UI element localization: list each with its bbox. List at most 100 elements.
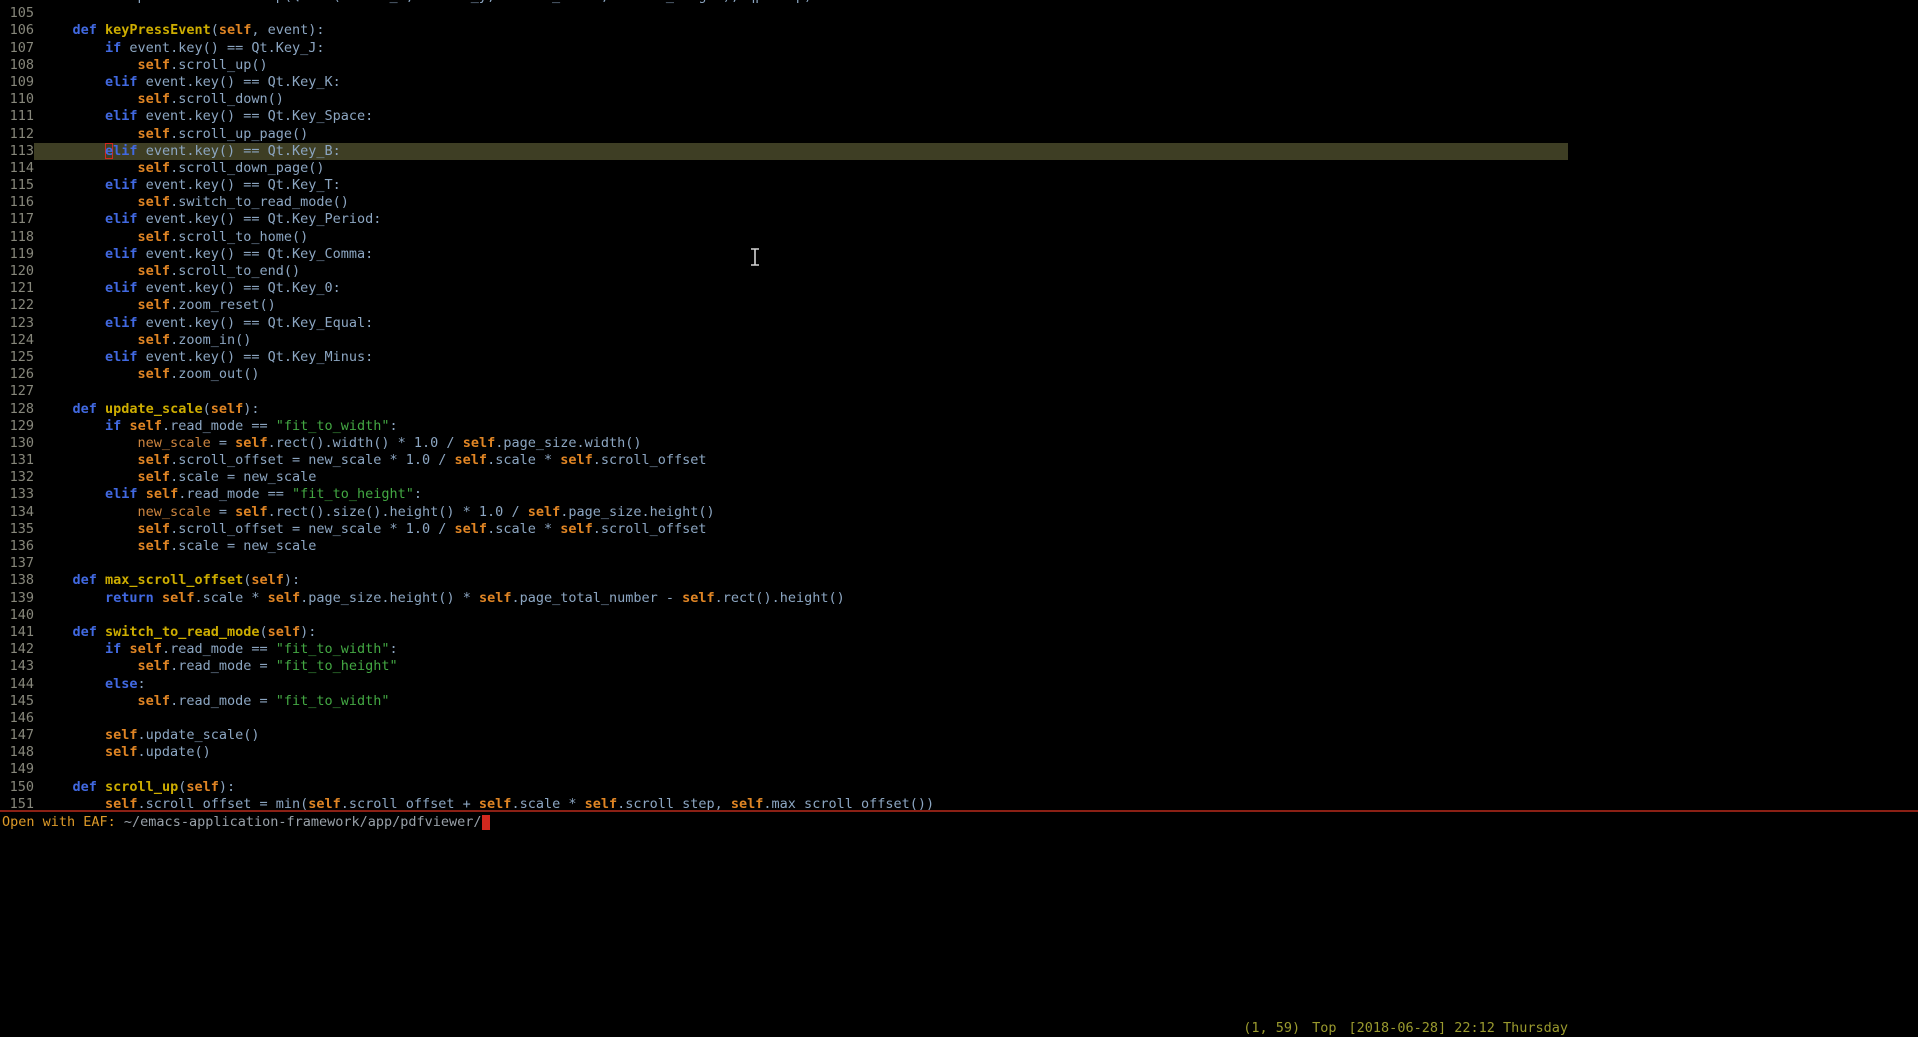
- modeline-divider: [0, 810, 1918, 812]
- code-line[interactable]: 134 new_scale = self.rect().size().heigh…: [0, 504, 1918, 521]
- code-line[interactable]: 105: [0, 5, 1918, 22]
- line-number: 148: [0, 744, 34, 761]
- line-number: 126: [0, 366, 34, 383]
- line-number: 112: [0, 126, 34, 143]
- code-line[interactable]: 113 elif event.key() == Qt.Key_B:: [0, 143, 1568, 160]
- code-line[interactable]: 123 elif event.key() == Qt.Key_Equal:: [0, 315, 1918, 332]
- line-number: 146: [0, 710, 34, 727]
- code-line[interactable]: 107 if event.key() == Qt.Key_J:: [0, 40, 1918, 57]
- code-line[interactable]: 124 self.zoom_in(): [0, 332, 1918, 349]
- code-line[interactable]: 150 def scroll_up(self):: [0, 779, 1918, 796]
- code-text: self.scroll_offset = new_scale * 1.0 / s…: [40, 521, 707, 537]
- code-line[interactable]: 140: [0, 607, 1918, 624]
- line-number: 135: [0, 521, 34, 538]
- code-line[interactable]: 142 if self.read_mode == "fit_to_width":: [0, 641, 1918, 658]
- code-line[interactable]: 108 self.scroll_up(): [0, 57, 1918, 74]
- mouse-cursor-ibeam: [748, 247, 762, 267]
- line-number: 140: [0, 607, 34, 624]
- code-text: self.scroll_down(): [40, 91, 284, 107]
- code-text: self.scale = new_scale: [40, 538, 316, 554]
- line-number: 119: [0, 246, 34, 263]
- code-line[interactable]: 110 self.scroll_down(): [0, 91, 1918, 108]
- code-text: if self.read_mode == "fit_to_width":: [40, 641, 398, 657]
- code-line[interactable]: 147 self.update_scale(): [0, 727, 1918, 744]
- code-line[interactable]: 127: [0, 383, 1918, 400]
- line-number: 136: [0, 538, 34, 555]
- code-text: return self.scale * self.page_size.heigh…: [40, 590, 845, 606]
- code-line[interactable]: 132 self.scale = new_scale: [0, 469, 1918, 486]
- code-line[interactable]: 146: [0, 710, 1918, 727]
- code-text: self.update_scale(): [40, 727, 259, 743]
- code-text: elif event.key() == Qt.Key_Space:: [40, 108, 373, 124]
- code-text: def scroll_up(self):: [40, 779, 235, 795]
- code-line[interactable]: 126 self.zoom_out(): [0, 366, 1918, 383]
- code-line[interactable]: 112 self.scroll_up_page(): [0, 126, 1918, 143]
- code-text: self.scroll_up(): [40, 57, 268, 73]
- code-line[interactable]: 117 elif event.key() == Qt.Key_Period:: [0, 211, 1918, 228]
- code-text: painter.drawPixmap(QRect(render_x, rende…: [40, 0, 812, 4]
- code-text: self.zoom_in(): [40, 332, 251, 348]
- code-line[interactable]: 115 elif event.key() == Qt.Key_T:: [0, 177, 1918, 194]
- line-number: 141: [0, 624, 34, 641]
- line-number: 111: [0, 108, 34, 125]
- code-text: elif self.read_mode == "fit_to_height":: [40, 486, 422, 502]
- code-line[interactable]: 143 self.read_mode = "fit_to_height": [0, 658, 1918, 675]
- minibuffer[interactable]: Open with EAF: ~/emacs-application-frame…: [2, 814, 490, 832]
- code-text: if event.key() == Qt.Key_J:: [40, 40, 325, 56]
- code-line[interactable]: 121 elif event.key() == Qt.Key_0:: [0, 280, 1918, 297]
- line-number: 121: [0, 280, 34, 297]
- code-line[interactable]: 114 self.scroll_down_page(): [0, 160, 1918, 177]
- code-text: if self.read_mode == "fit_to_width":: [40, 418, 398, 434]
- cursor-position: (1, 59): [1243, 1020, 1300, 1036]
- code-line[interactable]: 122 self.zoom_reset(): [0, 297, 1918, 314]
- line-number: 108: [0, 57, 34, 74]
- code-line[interactable]: 131 self.scroll_offset = new_scale * 1.0…: [0, 452, 1918, 469]
- code-line[interactable]: 133 elif self.read_mode == "fit_to_heigh…: [0, 486, 1918, 503]
- code-line[interactable]: 111 elif event.key() == Qt.Key_Space:: [0, 108, 1918, 125]
- code-line[interactable]: 119 elif event.key() == Qt.Key_Comma:: [0, 246, 1918, 263]
- line-number: 124: [0, 332, 34, 349]
- code-text: elif event.key() == Qt.Key_Comma:: [40, 246, 373, 262]
- code-line[interactable]: 151 self.scroll_offset = min(self.scroll…: [0, 796, 1918, 810]
- code-line[interactable]: 148 self.update(): [0, 744, 1918, 761]
- code-line[interactable]: 137: [0, 555, 1918, 572]
- line-number: 110: [0, 91, 34, 108]
- code-line[interactable]: 118 self.scroll_to_home(): [0, 229, 1918, 246]
- code-text: new_scale = self.rect().size().height() …: [40, 504, 715, 520]
- code-line[interactable]: 139 return self.scale * self.page_size.h…: [0, 590, 1918, 607]
- line-number: 130: [0, 435, 34, 452]
- code-line[interactable]: 120 self.scroll_to_end(): [0, 263, 1918, 280]
- code-line[interactable]: 136 self.scale = new_scale: [0, 538, 1918, 555]
- code-line[interactable]: 129 if self.read_mode == "fit_to_width":: [0, 418, 1918, 435]
- code-line[interactable]: 106 def keyPressEvent(self, event):: [0, 22, 1918, 39]
- line-number: 142: [0, 641, 34, 658]
- line-number: 118: [0, 229, 34, 246]
- code-line[interactable]: 149: [0, 761, 1918, 778]
- code-line[interactable]: 125 elif event.key() == Qt.Key_Minus:: [0, 349, 1918, 366]
- line-number: 144: [0, 676, 34, 693]
- code-line[interactable]: 128 def update_scale(self):: [0, 401, 1918, 418]
- line-number: 143: [0, 658, 34, 675]
- line-number: 147: [0, 727, 34, 744]
- minibuffer-input[interactable]: ~/emacs-application-framework/app/pdfvie…: [124, 814, 482, 830]
- code-line[interactable]: 135 self.scroll_offset = new_scale * 1.0…: [0, 521, 1918, 538]
- code-line[interactable]: 109 elif event.key() == Qt.Key_K:: [0, 74, 1918, 91]
- code-line[interactable]: 144 else:: [0, 676, 1918, 693]
- code-text: self.scroll_up_page(): [40, 126, 308, 142]
- code-line[interactable]: 141 def switch_to_read_mode(self):: [0, 624, 1918, 641]
- code-text: self.switch_to_read_mode(): [40, 194, 349, 210]
- line-number: 115: [0, 177, 34, 194]
- line-number: 113: [0, 143, 34, 160]
- code-text: else:: [40, 676, 146, 692]
- line-number: 116: [0, 194, 34, 211]
- datetime: [2018-06-28] 22:12 Thursday: [1349, 1020, 1568, 1036]
- line-number: 106: [0, 22, 34, 39]
- code-line[interactable]: 145 self.read_mode = "fit_to_width": [0, 693, 1918, 710]
- line-number: 105: [0, 5, 34, 22]
- code-line[interactable]: 116 self.switch_to_read_mode(): [0, 194, 1918, 211]
- line-number: 131: [0, 452, 34, 469]
- code-line[interactable]: 138 def max_scroll_offset(self):: [0, 572, 1918, 589]
- code-area[interactable]: 104 painter.drawPixmap(QRect(render_x, r…: [0, 0, 1918, 810]
- code-text: self.scale = new_scale: [40, 469, 316, 485]
- code-line[interactable]: 130 new_scale = self.rect().width() * 1.…: [0, 435, 1918, 452]
